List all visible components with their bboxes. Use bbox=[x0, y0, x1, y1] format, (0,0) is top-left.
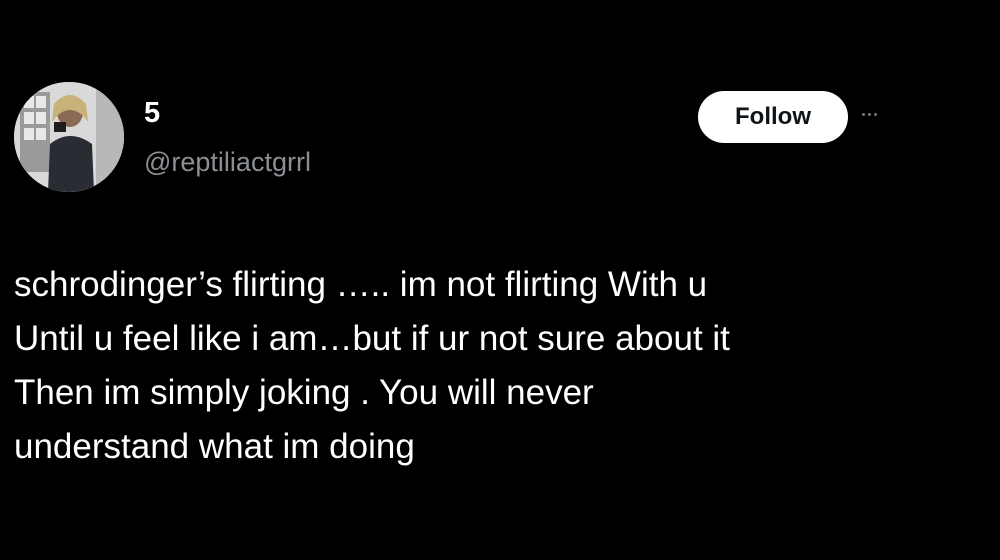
tweet-text: schrodinger’s flirting ….. im not flirti… bbox=[14, 258, 974, 474]
tweet-text-line: Until u feel like i am…but if ur not sur… bbox=[14, 319, 730, 358]
tweet-text-line: Then im simply joking . You will never bbox=[14, 373, 594, 412]
more-options-icon[interactable] bbox=[862, 108, 886, 120]
follow-button[interactable]: Follow bbox=[698, 91, 848, 143]
display-name[interactable]: 5 bbox=[144, 96, 160, 130]
more-dot bbox=[868, 112, 871, 116]
tweet-text-line: understand what im doing bbox=[14, 427, 415, 466]
user-handle[interactable]: @reptiliactgrrl bbox=[144, 146, 311, 178]
avatar[interactable] bbox=[14, 82, 124, 192]
avatar-photo-icon bbox=[14, 82, 124, 192]
tweet-card: 5 @reptiliactgrrl Follow schrodinger’s f… bbox=[0, 0, 1000, 560]
tweet-text-line: schrodinger’s flirting ….. im not flirti… bbox=[14, 265, 708, 304]
more-dot bbox=[862, 112, 865, 116]
more-dot bbox=[874, 112, 877, 116]
